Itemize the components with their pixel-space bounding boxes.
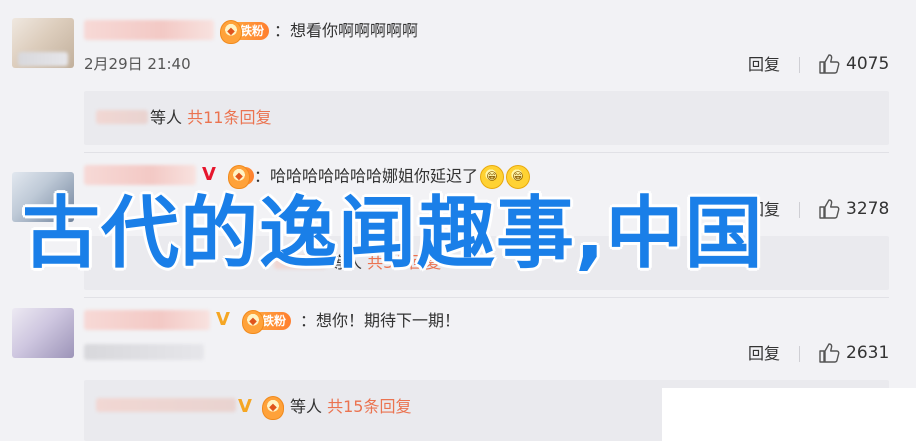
replies-who: 等人 — [290, 397, 323, 416]
fan-badge[interactable]: ◆ 铁粉 — [242, 310, 292, 334]
fan-badge-icon: ◆ — [220, 20, 242, 44]
replier-avatars-blurred — [96, 110, 148, 124]
like-count: 4075 — [846, 54, 890, 74]
thumbs-up-icon — [819, 343, 840, 363]
reply-button[interactable]: 回复 — [748, 344, 780, 364]
divider — [84, 297, 889, 298]
vip-icon: V — [202, 164, 216, 185]
username-blurred[interactable] — [84, 20, 214, 40]
like-button[interactable]: 2631 — [818, 342, 898, 364]
like-count: 2631 — [846, 343, 890, 363]
username-blurred[interactable] — [84, 310, 210, 330]
replies-text: 等人 共11条回复 — [150, 108, 271, 128]
avatar-caption-blurred — [18, 52, 68, 66]
fan-badge: ◆ — [262, 396, 284, 420]
replies-text: 等人 共15条回复 — [290, 397, 411, 417]
thumbs-up-icon — [819, 54, 840, 74]
like-button[interactable]: 4075 — [818, 53, 898, 75]
fan-badge-icon: ◆ — [262, 396, 284, 420]
reply-button[interactable]: 回复 — [748, 55, 780, 75]
avatar[interactable] — [12, 308, 74, 358]
replies-count-link[interactable]: 共15条回复 — [327, 397, 411, 416]
vip-icon: V — [238, 396, 252, 417]
fan-badge-icon: ◆ — [242, 310, 264, 334]
comment-text: ：想看你啊啊啊啊啊 — [274, 21, 419, 40]
username-blurred[interactable] — [84, 165, 196, 185]
separator — [799, 57, 800, 73]
replies-summary[interactable]: 等人 共11条回复 — [84, 91, 889, 145]
fan-badge[interactable]: ◆ 铁粉 — [220, 20, 270, 44]
replies-who: 等人 — [150, 108, 183, 127]
fan-badge[interactable]: ◆ — [228, 165, 254, 189]
separator — [799, 346, 800, 362]
timestamp-blurred — [84, 344, 204, 360]
comment-text: ：想你！期待下一期！ — [300, 311, 461, 330]
fan-badge-label: 铁粉 — [240, 24, 265, 38]
vip-icon: V — [216, 309, 230, 330]
timestamp: 2月29日 21:40 — [84, 55, 191, 73]
comment-text-content: ：哈哈哈哈哈哈哈娜姐你延迟了 — [254, 166, 479, 186]
fan-badge-label: 铁粉 — [262, 314, 287, 328]
overlay-title: 古代的逸闻趣事,中国 — [22, 189, 764, 279]
replier-avatars-blurred — [96, 398, 236, 412]
replies-count-link[interactable]: 共11条回复 — [187, 108, 271, 127]
white-patch — [662, 388, 916, 441]
divider — [84, 152, 889, 153]
